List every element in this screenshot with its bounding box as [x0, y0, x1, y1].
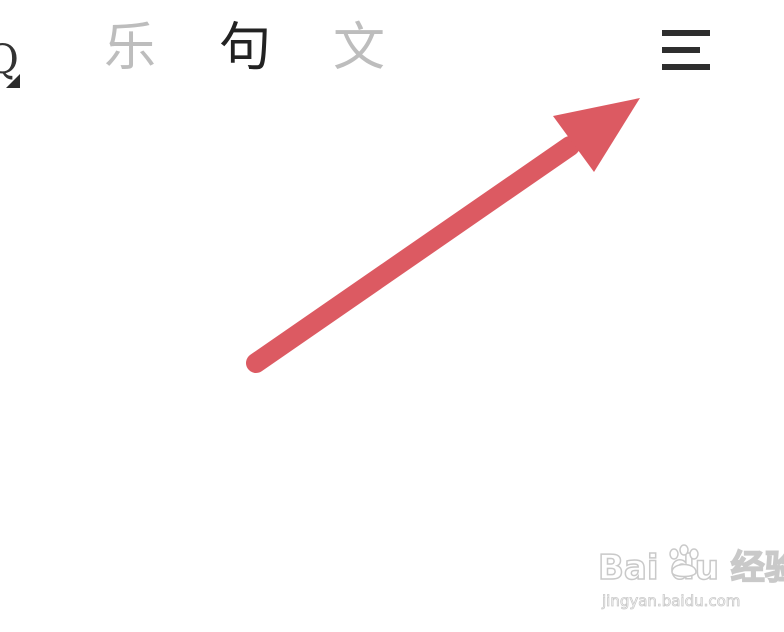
corner-triangle-icon — [6, 74, 20, 88]
tab-ju[interactable]: 句 — [219, 18, 271, 78]
tab-le[interactable]: 乐 — [104, 18, 156, 78]
hamburger-menu-icon-line — [662, 64, 710, 70]
baidu-jingyan-watermark: Bai du 经验 jingyan.baidu.com — [597, 544, 784, 620]
watermark-url: jingyan.baidu.com — [602, 592, 741, 611]
paw-icon — [669, 544, 699, 578]
menu-button[interactable] — [656, 24, 716, 74]
hamburger-menu-icon-line — [662, 47, 700, 53]
tab-wen[interactable]: 文 — [333, 18, 385, 78]
hamburger-menu-icon — [662, 30, 710, 36]
top-bar: Q 乐 句 文 — [0, 0, 784, 96]
